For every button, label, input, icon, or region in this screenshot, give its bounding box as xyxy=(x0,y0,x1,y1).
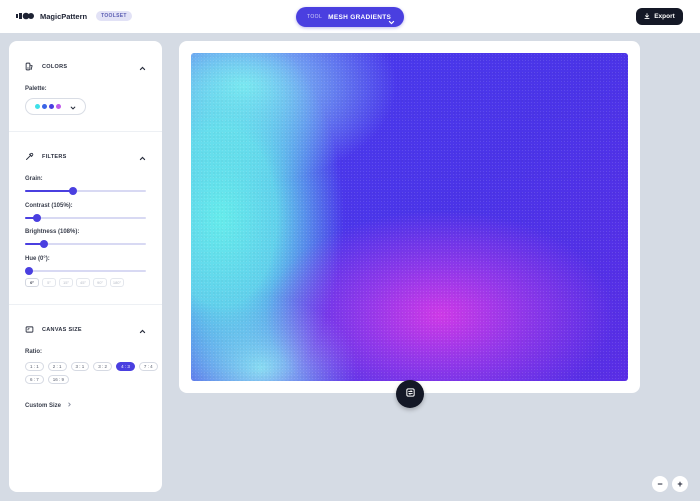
slider-track xyxy=(25,270,146,272)
palette-swatch xyxy=(35,104,40,109)
canvas-size-icon xyxy=(25,321,34,339)
ratio-option[interactable]: 7 : 4 xyxy=(138,362,158,371)
tool-selector-value: MESH GRADIENTS xyxy=(328,13,392,21)
palette-icon xyxy=(25,58,34,76)
ratio-option[interactable]: 3 : 1 xyxy=(70,362,90,371)
ratio-option[interactable]: 16 : 9 xyxy=(47,375,70,384)
ratio-option[interactable]: 2 : 1 xyxy=(47,362,67,371)
logo-mark-icon xyxy=(16,12,34,20)
colors-title: COLORS xyxy=(42,64,68,70)
ratio-options-row: 6 : 7 16 : 9 xyxy=(25,375,70,384)
chevron-up-icon[interactable] xyxy=(139,59,146,77)
ratio-options-row: 1 : 1 2 : 1 3 : 1 3 : 2 4 : 3 7 : 4 xyxy=(25,362,158,371)
chevron-down-icon xyxy=(388,13,395,31)
ratio-option[interactable]: 6 : 7 xyxy=(25,375,44,384)
tool-selector[interactable]: TOOL MESH GRADIENTS xyxy=(296,7,404,27)
settings-panel: COLORS Palette: FILTERS Grain: Contrast … xyxy=(9,41,162,492)
divider xyxy=(9,131,162,132)
export-label: Export xyxy=(654,13,675,20)
palette-selector[interactable] xyxy=(25,98,86,115)
colors-section-header[interactable]: COLORS xyxy=(25,58,146,76)
slider-thumb[interactable] xyxy=(40,240,49,248)
slider-thumb[interactable] xyxy=(33,214,42,222)
hue-preset[interactable]: 15° xyxy=(59,278,73,287)
hue-slider[interactable] xyxy=(25,267,146,275)
eyedropper-icon xyxy=(25,148,34,166)
slider-fill xyxy=(25,190,74,192)
ratio-option[interactable]: 3 : 2 xyxy=(93,362,113,371)
tool-selector-label: TOOL xyxy=(307,14,323,20)
chevron-up-icon[interactable] xyxy=(139,322,146,340)
chevron-right-icon xyxy=(67,402,72,409)
brightness-slider[interactable] xyxy=(25,240,146,248)
filters-title: FILTERS xyxy=(42,154,67,160)
hue-preset[interactable]: 90° xyxy=(93,278,107,287)
chevron-up-icon[interactable] xyxy=(139,149,146,167)
hue-label: Hue (0°): xyxy=(25,256,50,262)
logo[interactable]: MagicPattern TOOLSET xyxy=(16,11,132,21)
zoom-out-button[interactable]: − xyxy=(652,476,668,492)
custom-size-label: Custom Size xyxy=(25,402,62,409)
ratio-option-selected[interactable]: 4 : 3 xyxy=(116,362,135,371)
palette-swatch xyxy=(49,104,54,109)
hue-preset[interactable]: 5° xyxy=(42,278,56,287)
custom-size-toggle[interactable]: Custom Size xyxy=(25,402,72,409)
slider-thumb[interactable] xyxy=(25,267,33,275)
hue-presets: 0° 5° 15° 45° 90° 180° xyxy=(25,278,124,287)
randomize-button[interactable] xyxy=(396,380,424,408)
brightness-label: Brightness (108%): xyxy=(25,229,80,235)
divider xyxy=(9,304,162,305)
hue-preset[interactable]: 45° xyxy=(76,278,90,287)
app-name: MagicPattern xyxy=(40,11,88,21)
palette-label: Palette: xyxy=(25,86,47,92)
contrast-slider[interactable] xyxy=(25,214,146,222)
export-button[interactable]: Export xyxy=(636,8,683,25)
ratio-option[interactable]: 1 : 1 xyxy=(25,362,44,371)
canvas-size-section-header[interactable]: CANVAS SIZE xyxy=(25,321,146,339)
palette-swatch xyxy=(42,104,47,109)
grain-label: Grain: xyxy=(25,176,43,182)
slider-track xyxy=(25,217,146,219)
grain-slider[interactable] xyxy=(25,187,146,195)
chevron-down-icon xyxy=(70,98,76,116)
shuffle-icon xyxy=(405,385,416,403)
canvas-size-title: CANVAS SIZE xyxy=(42,327,82,333)
zoom-in-button[interactable]: + xyxy=(672,476,688,492)
filters-section-header[interactable]: FILTERS xyxy=(25,148,146,166)
grain-overlay xyxy=(191,53,628,381)
canvas-card xyxy=(179,41,640,393)
slider-thumb[interactable] xyxy=(69,187,78,195)
top-bar: MagicPattern TOOLSET TOOL MESH GRADIENTS… xyxy=(0,0,700,33)
toolset-badge[interactable]: TOOLSET xyxy=(96,11,132,21)
hue-preset[interactable]: 180° xyxy=(110,278,124,287)
palette-swatch xyxy=(56,104,61,109)
hue-preset[interactable]: 0° xyxy=(25,278,39,287)
mesh-gradient-preview[interactable] xyxy=(191,53,628,381)
contrast-label: Contrast (105%): xyxy=(25,203,73,209)
download-icon xyxy=(644,12,650,21)
ratio-label: Ratio: xyxy=(25,349,42,355)
